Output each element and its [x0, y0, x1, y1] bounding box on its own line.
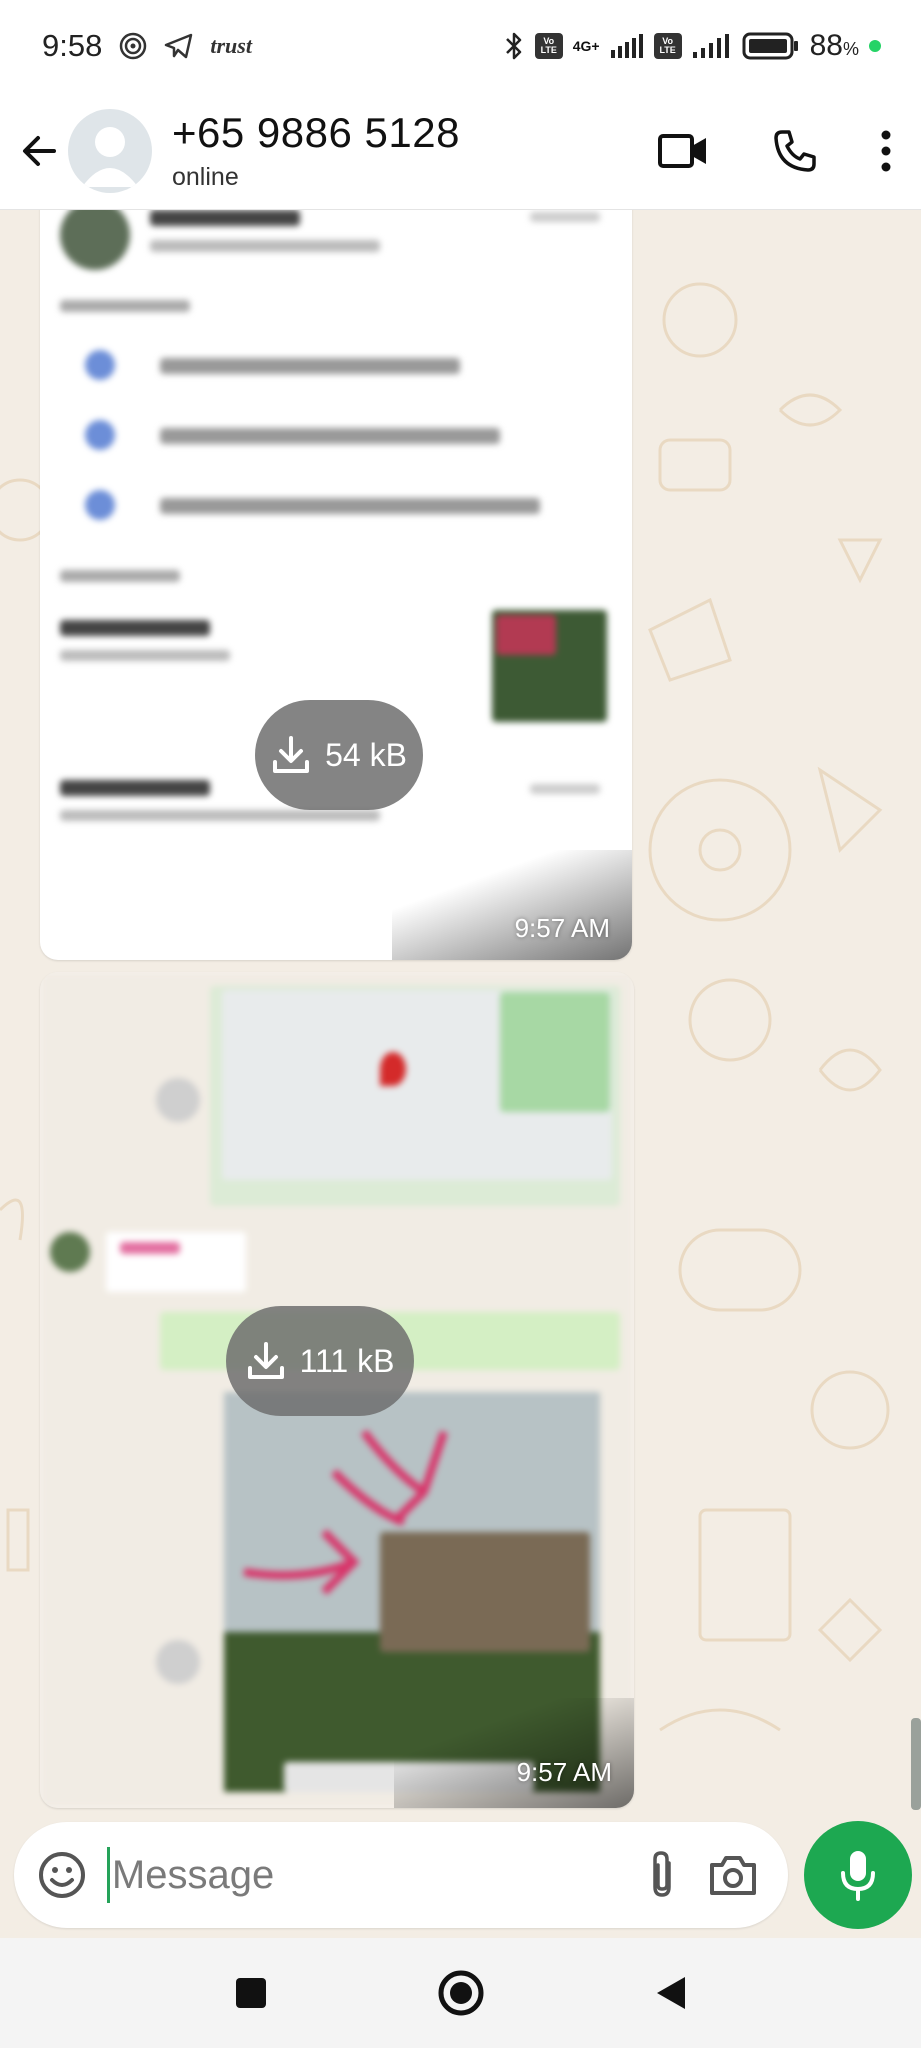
recents-button[interactable] — [211, 1953, 291, 2033]
system-nav-bar — [0, 1938, 921, 2048]
arrow-left-icon — [23, 135, 56, 166]
image-message-2[interactable]: 111 kB 9:57 AM — [40, 972, 634, 1808]
download-size-1: 54 kB — [325, 736, 407, 773]
blurred-image-preview-1 — [40, 210, 632, 960]
emoji-button[interactable] — [36, 1845, 89, 1905]
camera-icon — [709, 1856, 756, 1895]
signal-icon-1 — [610, 33, 644, 59]
video-camera-icon — [658, 133, 706, 168]
video-call-button[interactable] — [627, 111, 739, 191]
emoji-icon — [39, 1852, 86, 1898]
download-icon — [247, 1342, 284, 1379]
triangle-back-icon — [656, 1977, 685, 2009]
telegram-icon — [164, 32, 194, 60]
more-vertical-icon — [881, 130, 891, 171]
square-icon — [235, 1978, 266, 2008]
volte-badge-2: Vo LTE — [653, 33, 682, 59]
status-time: 9:58 — [42, 28, 103, 63]
contact-name: +65 9886 5128 — [172, 109, 460, 156]
back-nav-button[interactable] — [631, 1953, 711, 2033]
camera-button[interactable] — [697, 1840, 768, 1910]
contact-status: online — [172, 163, 239, 191]
scrollbar-thumb[interactable] — [911, 1718, 921, 1810]
battery-icon — [742, 31, 800, 61]
trust-app-label: trust — [210, 33, 252, 58]
voice-call-button[interactable] — [739, 111, 851, 191]
home-button[interactable] — [421, 1953, 501, 2033]
hotspot-icon — [118, 31, 148, 61]
home-circle-icon — [438, 1970, 483, 2016]
battery-level: 88% — [809, 29, 859, 62]
bluetooth-icon — [503, 30, 525, 62]
privacy-indicator-dot — [869, 40, 881, 52]
attach-button[interactable] — [627, 1840, 698, 1910]
status-bar: 9:58 trust Vo LTE 4G+ Vo LTE 88% — [0, 0, 921, 92]
volte-badge-1: Vo LTE — [534, 33, 563, 59]
message-input[interactable] — [106, 1847, 627, 1903]
message-time-2: 9:57 AM — [516, 1757, 612, 1787]
message-time-1: 9:57 AM — [514, 913, 610, 943]
download-button-2[interactable]: 111 kB — [226, 1306, 414, 1416]
signal-icon-2 — [692, 33, 732, 59]
voice-message-button[interactable] — [804, 1821, 912, 1929]
paperclip-icon — [653, 1851, 671, 1897]
image-message-1[interactable]: 54 kB 9:57 AM — [40, 210, 632, 960]
contact-info[interactable]: +65 9886 5128 online — [172, 109, 460, 192]
default-avatar-icon — [82, 126, 138, 187]
back-button[interactable] — [14, 121, 64, 181]
chat-area[interactable]: 54 kB 9:57 AM 111 kB 9:57 AM — [0, 210, 921, 1930]
download-button-1[interactable]: 54 kB — [255, 700, 423, 810]
message-composer — [0, 1810, 921, 1940]
microphone-icon — [841, 1851, 875, 1901]
download-size-2: 111 kB — [299, 1342, 395, 1379]
message-input-container — [14, 1822, 788, 1928]
chat-header: +65 9886 5128 online — [0, 92, 921, 210]
more-options-button[interactable] — [851, 111, 921, 191]
phone-icon — [774, 129, 816, 172]
download-icon — [273, 736, 310, 773]
avatar[interactable] — [68, 108, 152, 193]
network-type: 4G+ — [572, 38, 600, 54]
